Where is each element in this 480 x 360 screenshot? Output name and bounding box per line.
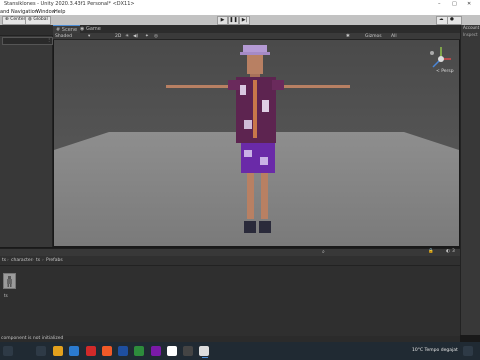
step-icon: ▶| — [241, 17, 248, 23]
main-toolbar: ⊕ Center ◍ Global ▶ ❚❚ ▶| ☁ ● — [0, 15, 480, 25]
count-label: 3 — [452, 249, 455, 254]
global-local-button[interactable]: ◍ Global — [25, 16, 51, 25]
breadcrumb-item[interactable]: ts — [2, 258, 6, 263]
character-shorts — [241, 143, 275, 173]
scene-tabs: # Scene ◉ Game — [53, 25, 460, 34]
globe-icon: ◍ — [28, 17, 32, 22]
search-field[interactable]: All — [391, 33, 397, 40]
breadcrumb-item[interactable]: character — [11, 258, 33, 263]
eye-icon[interactable]: ◐ — [446, 249, 450, 254]
character-left-foot — [244, 221, 256, 233]
scene-toolbar: Shaded ▾ 2D ☀ ◀) ✦ ◎ ✱ Gizmos All — [53, 33, 460, 40]
play-icon: ▶ — [220, 17, 225, 23]
inspector-tab[interactable]: Inspect — [463, 32, 478, 37]
character-prefab-icon — [7, 276, 12, 287]
cloud-icon: ☁ — [439, 17, 444, 22]
character-hat — [243, 45, 267, 53]
opera-icon[interactable] — [86, 346, 96, 356]
pause-button[interactable]: ❚❚ — [228, 16, 239, 25]
close-button[interactable]: ✕ — [467, 1, 471, 7]
status-message: component is not initialized — [1, 336, 64, 341]
tool-settings-icon[interactable]: ✱ — [346, 33, 350, 40]
hierarchy-search-input[interactable]: ⋮ — [2, 37, 53, 45]
step-button[interactable]: ▶| — [239, 16, 250, 25]
character-left-leg — [247, 173, 254, 219]
breadcrumb: ts › character › ts › Prefabs — [0, 256, 460, 266]
menu-icon: ⋮ — [47, 37, 51, 42]
unity-icon[interactable] — [199, 346, 209, 356]
weather-widget[interactable]: 10°C Tempo degajat — [412, 348, 458, 353]
lock-icon[interactable]: 🔒 — [428, 249, 434, 254]
effects-icon[interactable]: ✦ — [145, 33, 149, 40]
dropdown-arrow-icon: ▾ — [88, 34, 91, 39]
app-icon[interactable] — [151, 346, 161, 356]
character-left-arm — [166, 85, 238, 88]
file-explorer-icon[interactable] — [53, 346, 63, 356]
account-button[interactable]: ● — [447, 16, 462, 25]
notifications-icon[interactable] — [463, 346, 473, 356]
character-head — [247, 55, 263, 74]
breadcrumb-item[interactable]: Prefabs — [46, 258, 63, 263]
photoshop-icon[interactable] — [118, 346, 128, 356]
persp-label: < Persp — [436, 68, 454, 74]
gizmos-dropdown[interactable]: Gizmos — [365, 33, 382, 40]
audio-icon[interactable]: ◀) — [133, 33, 138, 40]
game-icon: ◉ — [80, 26, 85, 32]
hierarchy-header — [0, 25, 53, 36]
breadcrumb-item[interactable]: ts — [36, 258, 40, 263]
chrome-icon[interactable] — [167, 346, 177, 356]
shading-mode-dropdown[interactable]: Shaded — [55, 33, 72, 40]
menu-bar: and Navigation Window Help — [0, 8, 480, 15]
character-right-foot — [259, 221, 271, 233]
start-button[interactable] — [3, 346, 13, 356]
character-right-leg — [261, 173, 268, 219]
task-view-icon[interactable] — [36, 346, 46, 356]
window-title-bar: Stansiklones - Unity 2020.3.43f1 Persona… — [0, 0, 480, 8]
firefox-icon[interactable] — [102, 346, 112, 356]
app-icon[interactable] — [134, 346, 144, 356]
hierarchy-panel: ⋮ — [0, 25, 53, 247]
window-title: Stansiklones - Unity 2020.3.43f1 Persona… — [4, 1, 135, 7]
search-icon[interactable]: ⌕ — [322, 249, 325, 255]
active-app-indicator — [202, 357, 208, 358]
pause-icon: ❚❚ — [229, 17, 238, 23]
app-icon[interactable] — [183, 346, 193, 356]
windows-taskbar: 10°C Tempo degajat — [0, 342, 480, 360]
account-dropdown[interactable]: Account — [463, 25, 479, 30]
mode-2d-toggle[interactable]: 2D — [115, 33, 121, 40]
hidden-objects-icon[interactable]: ◎ — [154, 33, 158, 40]
tab-game[interactable]: ◉ Game — [77, 25, 104, 33]
scene-viewport[interactable]: < Persp — [54, 40, 459, 246]
project-panel: ⌕ 🔒 ◐ 3 ts › character › ts › Prefabs ts — [0, 248, 460, 336]
inspector-panel: Account Inspect — [460, 25, 480, 335]
user-icon: ● — [450, 17, 454, 22]
minimize-button[interactable]: – — [438, 1, 441, 7]
maximize-button[interactable]: □ — [452, 1, 457, 7]
lighting-icon[interactable]: ☀ — [125, 33, 129, 40]
play-button[interactable]: ▶ — [217, 16, 228, 25]
edge-icon[interactable] — [69, 346, 79, 356]
prefab-asset-thumbnail[interactable] — [3, 273, 16, 289]
center-icon: ⊕ — [5, 17, 9, 22]
prefab-asset-label: ts — [4, 293, 8, 298]
scene-render: < Persp — [54, 40, 459, 246]
